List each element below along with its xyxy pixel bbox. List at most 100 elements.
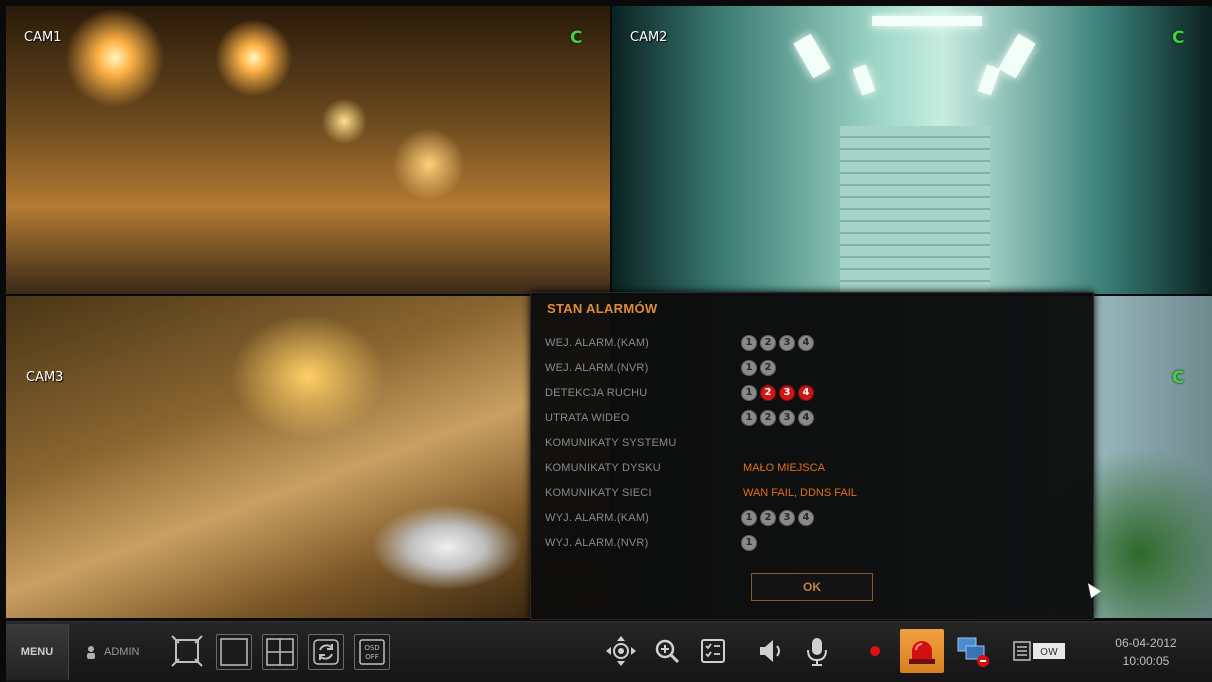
row-label: KOMUNIKATY SYSTEMU [545,437,677,449]
channel-indicator: 2 [760,510,776,526]
alarm-row: KOMUNIKATY SYSTEMU [545,435,1075,455]
sequence-button[interactable] [308,634,344,670]
network-button[interactable] [956,634,990,668]
channel-indicator: 1 [741,385,757,401]
channel-indicators: 1234 [741,385,814,401]
row-label: DETEKCJA RUCHU [545,387,648,399]
camera-label: CAM1 [24,30,62,45]
row-label: KOMUNIKATY SIECI [545,487,652,499]
channel-indicator: 4 [798,410,814,426]
camera-tile-cam1[interactable]: CAM1 C [6,6,610,294]
camera-status-icon: C [1172,368,1185,388]
channel-indicator: 2 [760,410,776,426]
menu-button[interactable]: MENU [6,624,69,680]
osd-label-top: OSD [364,644,379,652]
channel-indicators: 1 [741,535,757,551]
alarm-row: KOMUNIKATY DYSKU MAŁO MIEJSCA [545,460,1075,480]
channel-indicator: 4 [798,335,814,351]
ceiling-light [977,64,1001,96]
channel-indicator: 4 [798,385,814,401]
dialog-title: STAN ALARMÓW [547,301,658,316]
refresh-icon [313,639,339,665]
network-icon [957,637,989,667]
ptz-icon [606,636,636,666]
row-label: WYJ. ALARM.(NVR) [545,537,649,549]
row-label: UTRATA WIDEO [545,412,630,424]
single-layout-icon [220,638,248,666]
record-icon [870,646,880,656]
channel-indicator: 1 [741,510,757,526]
fullscreen-icon [171,635,203,667]
zoom-in-icon [655,639,680,664]
ceiling-light [998,33,1036,79]
ok-button[interactable]: OK [751,573,873,601]
ow-icon: OW [1013,641,1065,661]
alarm-row: WEJ. ALARM.(NVR) 12 [545,360,1075,380]
ceiling-light [852,64,876,96]
ceiling-light [793,33,831,79]
audio-button[interactable] [754,634,788,668]
osd-icon: OSD OFF [359,639,385,665]
camera-tile-cam3[interactable]: CAM3 [6,296,610,618]
time-label: 10:00:05 [1122,654,1170,668]
channel-indicator: 2 [760,335,776,351]
quad-layout-icon [266,638,294,666]
channel-indicator: 1 [741,335,757,351]
date-label: 06-04-2012 [1115,636,1177,650]
alarm-row: WEJ. ALARM.(KAM) 1234 [545,335,1075,355]
row-message: WAN FAIL, DDNS FAIL [743,487,857,499]
alarm-row: WYJ. ALARM.(NVR) 1 [545,535,1075,555]
speaker-icon [760,640,780,662]
ow-button[interactable]: OW [1012,634,1070,668]
microphone-icon [807,638,827,666]
datetime-display: 06-04-2012 10:00:05 [1086,634,1206,670]
ptz-button[interactable] [604,634,638,668]
channel-indicator: 3 [779,410,795,426]
row-label: WYJ. ALARM.(KAM) [545,512,650,524]
alarm-row: UTRATA WIDEO 1234 [545,410,1075,430]
camera-tile-cam2[interactable]: CAM2 C [612,6,1212,294]
channel-indicator: 1 [741,410,757,426]
user-name-label[interactable]: ADMIN [104,646,139,658]
single-view-button[interactable] [216,634,252,670]
channel-indicator: 1 [741,535,757,551]
channel-indicator: 3 [779,385,795,401]
osd-off-button[interactable]: OSD OFF [354,634,390,670]
channel-indicator: 1 [741,360,757,376]
channel-indicator: 3 [779,510,795,526]
alarm-button[interactable] [900,629,944,673]
ceiling-light [872,16,982,26]
ow-label: OW [1040,647,1058,658]
record-button[interactable] [858,634,892,668]
row-label: KOMUNIKATY DYSKU [545,462,661,474]
channel-indicators: 12 [741,360,776,376]
camera-status-icon: C [1172,28,1185,48]
alarm-row: DETEKCJA RUCHU 1234 [545,385,1075,405]
user-icon [87,646,95,659]
channel-indicator: 3 [779,335,795,351]
fullscreen-button[interactable] [170,634,204,668]
channel-indicator: 4 [798,510,814,526]
quad-view-button[interactable] [262,634,298,670]
channel-indicator: 2 [760,360,776,376]
alarm-row: KOMUNIKATY SIECI WAN FAIL, DDNS FAIL [545,485,1075,505]
alarm-status-dialog: STAN ALARMÓW WEJ. ALARM.(KAM) 1234 WEJ. … [530,292,1094,620]
row-label: WEJ. ALARM.(NVR) [545,362,649,374]
checklist-icon [701,639,725,663]
microphone-button[interactable] [800,634,834,668]
camera-label: CAM3 [26,370,64,385]
staircase [840,126,990,294]
checklist-button[interactable] [696,634,730,668]
bottom-toolbar: MENU ADMIN OSD OFF OW 06-04-2012 10:00:0… [6,621,1212,682]
osd-label-bottom: OFF [365,653,379,661]
channel-indicators: 1234 [741,510,814,526]
alarm-row: WYJ. ALARM.(KAM) 1234 [545,510,1075,530]
camera-label: CAM2 [630,30,668,45]
row-label: WEJ. ALARM.(KAM) [545,337,650,349]
zoom-button[interactable] [650,634,684,668]
row-message: MAŁO MIEJSCA [743,462,825,474]
alarm-siren-icon [909,641,935,664]
channel-indicator: 2 [760,385,776,401]
channel-indicators: 1234 [741,335,814,351]
camera-status-icon: C [570,28,583,48]
